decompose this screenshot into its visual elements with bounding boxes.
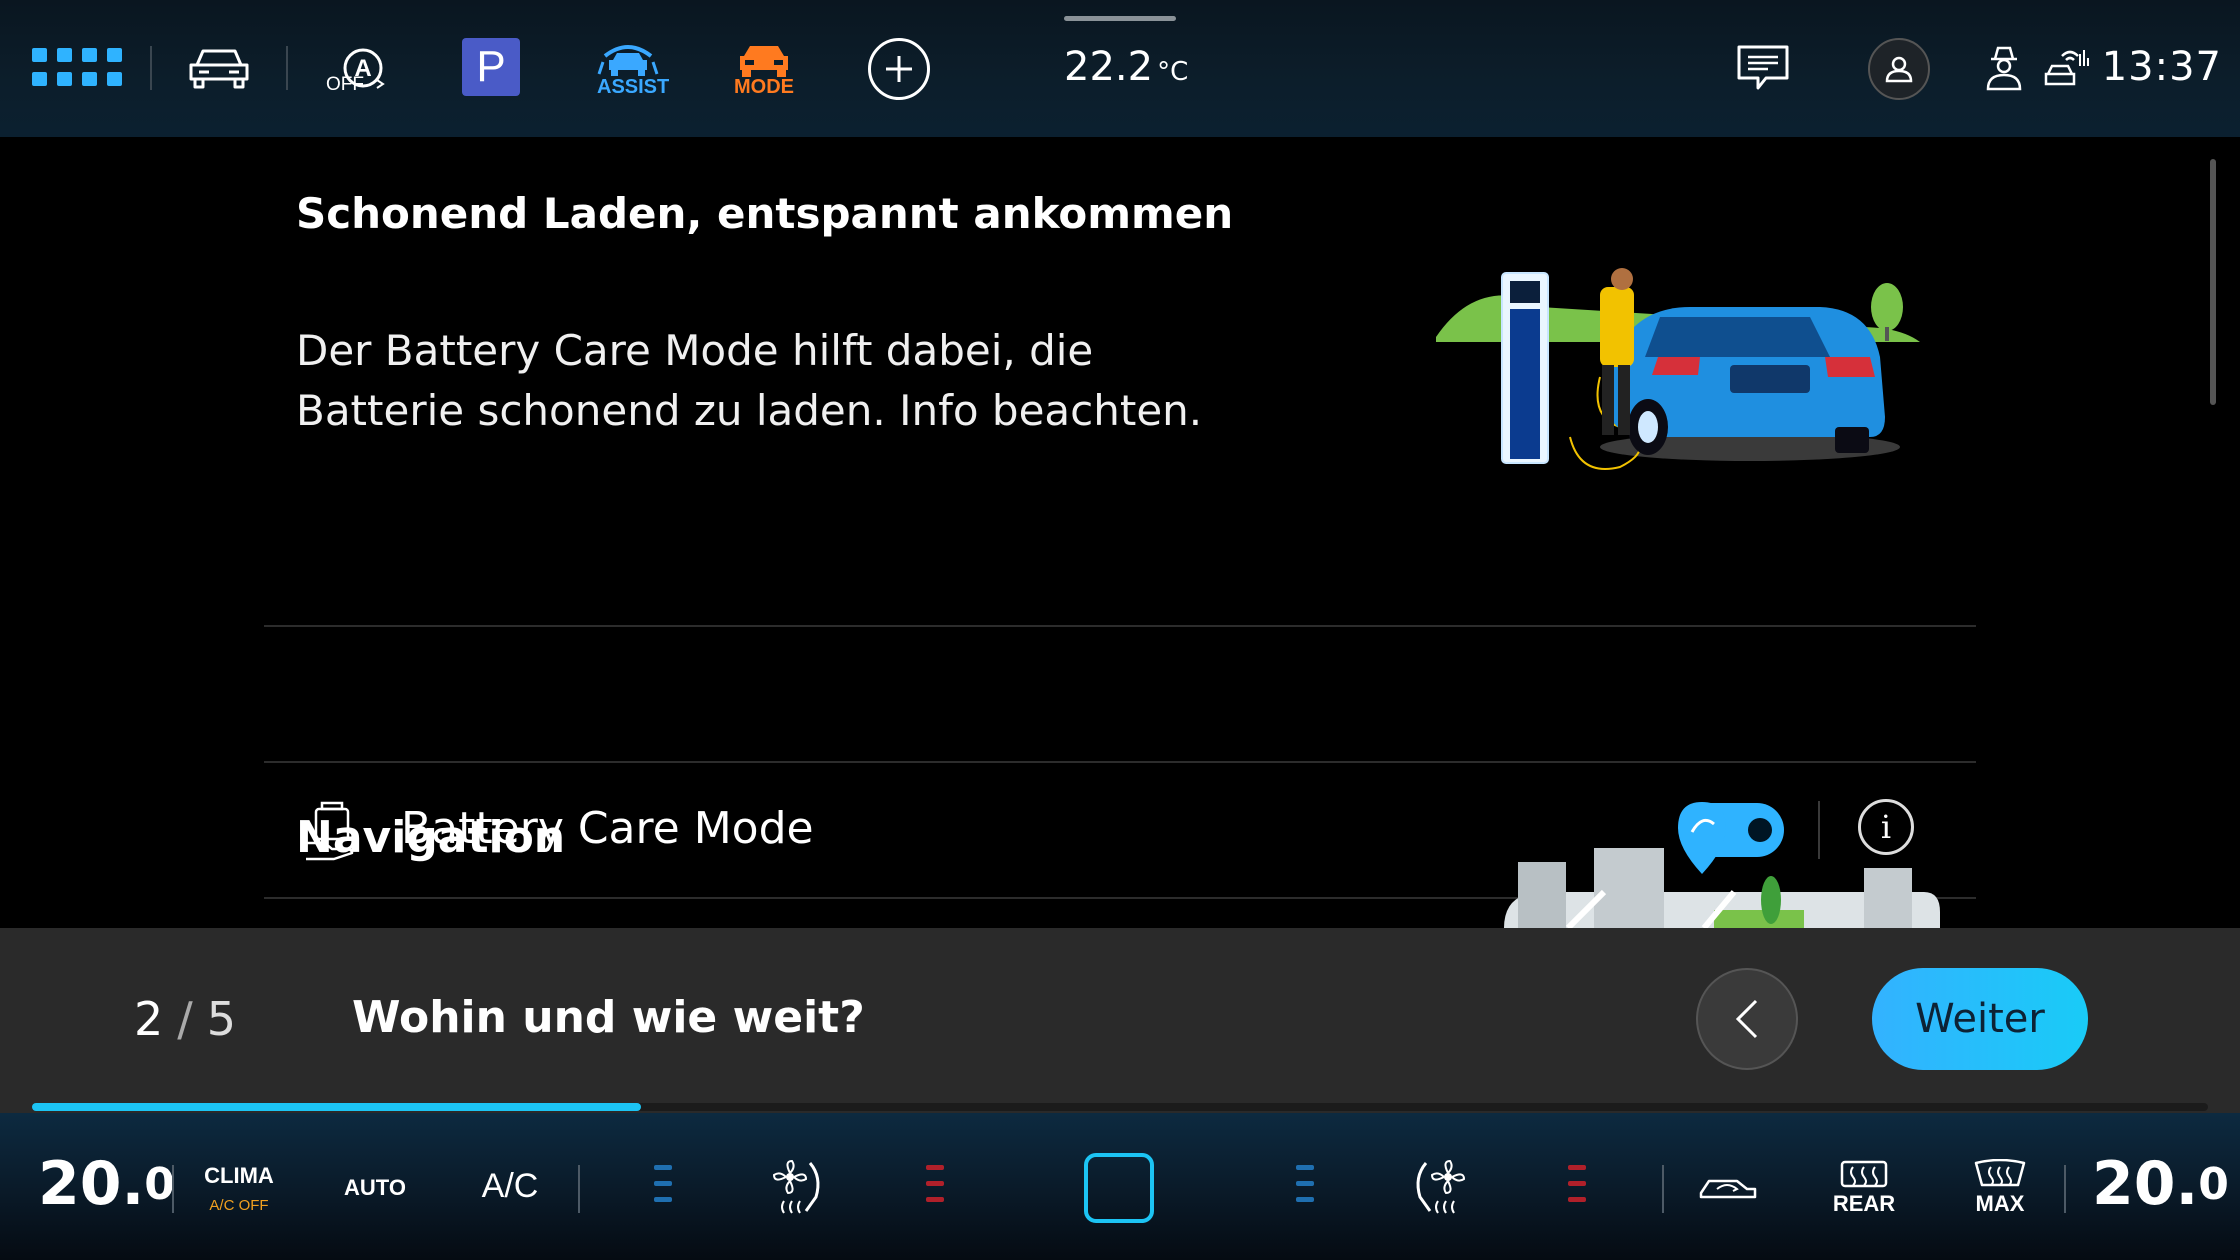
left-seat-ventilation-button[interactable] [770, 1157, 826, 1217]
outside-temp-unit: °C [1157, 57, 1189, 87]
divider [2064, 1165, 2066, 1213]
seat-fan-icon [772, 1159, 820, 1214]
user-icon [1885, 56, 1913, 83]
air-recirculation-button[interactable] [1696, 1171, 1760, 1205]
clima-button[interactable]: CLIMA A/C OFF [196, 1163, 282, 1214]
plus-icon [886, 56, 912, 82]
auto-button[interactable]: AUTO [338, 1175, 412, 1201]
connectivity-status[interactable] [2044, 46, 2090, 90]
add-shortcut-button[interactable] [868, 38, 930, 100]
step-title: Wohin und wie weit? [352, 992, 865, 1043]
user-profile-button[interactable] [1868, 38, 1930, 100]
left-temperature[interactable]: 20. 0 [38, 1149, 175, 1219]
tour-navigation-bar: 2/5 Wohin und wie weit? Weiter [0, 928, 2240, 1113]
current-step: 2 [134, 992, 164, 1046]
divider [264, 625, 1976, 627]
right-seat-cooling-level[interactable] [1296, 1165, 1314, 1213]
grid-menu-icon [32, 48, 122, 86]
right-temperature[interactable]: 20. 0 [2092, 1149, 2229, 1219]
rear-label: REAR [1832, 1191, 1896, 1216]
assist-button[interactable] [596, 40, 660, 80]
parking-button[interactable]: P [462, 38, 520, 96]
description-text: Der Battery Care Mode hilft dabei, die B… [296, 326, 1203, 435]
navigation-city-illustration [1504, 802, 1940, 928]
drive-mode-icon [740, 46, 788, 77]
ac-button[interactable]: A/C [478, 1167, 542, 1206]
climate-bar: 20. 0 CLIMA A/C OFF AUTO A/C REAR MAX 20… [0, 1113, 2240, 1260]
seat-fan-icon [1416, 1159, 1466, 1214]
tour-progress-fill [32, 1103, 642, 1111]
divider [172, 1165, 174, 1213]
next-button[interactable]: Weiter [1872, 968, 2088, 1070]
status-bar: A OFF P ASSIST MODE 22.2 °C 13:37 [0, 0, 2240, 137]
privacy-button[interactable] [1984, 44, 2024, 92]
left-temp-int: 20. [38, 1149, 145, 1219]
drive-mode-button[interactable] [734, 40, 794, 80]
right-temp-int: 20. [2092, 1149, 2199, 1219]
scrollbar[interactable] [2210, 159, 2216, 405]
rear-defrost-icon [1840, 1160, 1888, 1188]
outside-temperature: 22.2 °C [1064, 44, 1188, 90]
page-title: Schonend Laden, entspannt ankommen [296, 189, 1234, 238]
divider [1662, 1165, 1664, 1213]
max-label: MAX [1975, 1191, 2025, 1216]
divider [264, 761, 1976, 763]
right-temp-dec: 0 [2198, 1158, 2229, 1210]
connected-car-signal-icon [2044, 50, 2089, 86]
charging-car-illustration [1436, 268, 1920, 470]
clima-label: CLIMA [204, 1163, 274, 1188]
tour-content-panel: Schonend Laden, entspannt ankommen Der B… [0, 137, 2240, 928]
navigation-section-title: Navigation [296, 812, 566, 863]
car-front-icon [189, 49, 249, 89]
clock: 13:37 [2101, 44, 2222, 90]
vehicle-button[interactable] [186, 42, 252, 92]
climate-home-button[interactable] [1084, 1153, 1154, 1223]
rear-defrost-button[interactable]: REAR [1832, 1159, 1896, 1217]
max-defrost-button[interactable]: MAX [1972, 1159, 2028, 1217]
total-steps: 5 [206, 992, 237, 1046]
chevron-left-icon [1735, 999, 1758, 1039]
messages-button[interactable] [1736, 44, 1790, 94]
auto-hold-label: OFF [326, 74, 364, 95]
outside-temp-value: 22.2 [1064, 44, 1154, 90]
right-seat-heating-level[interactable] [1568, 1165, 1586, 1213]
drive-mode-label: MODE [734, 76, 794, 98]
pull-down-handle[interactable] [1064, 16, 1176, 21]
air-recirculation-icon [1699, 1179, 1757, 1199]
back-button[interactable] [1696, 968, 1798, 1070]
step-separator: / [177, 992, 193, 1046]
left-seat-cooling-level[interactable] [654, 1165, 672, 1213]
right-seat-ventilation-button[interactable] [1412, 1157, 1468, 1217]
left-seat-heating-level[interactable] [926, 1165, 944, 1213]
left-temp-dec: 0 [144, 1158, 175, 1210]
step-indicator: 2/5 [134, 992, 236, 1046]
parking-label: P [476, 42, 506, 91]
message-icon [1737, 45, 1789, 90]
tour-progress-bar [32, 1103, 2208, 1111]
divider [578, 1165, 580, 1213]
ac-off-label: A/C OFF [209, 1197, 269, 1214]
incognito-user-icon [1986, 46, 2022, 91]
app-menu-button[interactable] [32, 48, 122, 88]
driver-assist-icon [597, 45, 659, 76]
front-defrost-icon [1974, 1159, 2026, 1187]
assist-label: ASSIST [597, 76, 670, 98]
